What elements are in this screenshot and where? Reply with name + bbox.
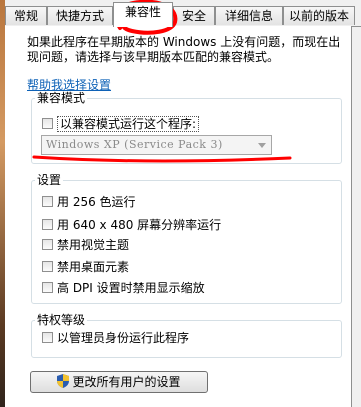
tab-bar: 常规 快捷方式 兼容性 安全 详细信息 以前的版本 [5,0,361,27]
run-as-admin-checkbox[interactable] [42,332,53,343]
checkbox-disable-desktop-composition[interactable] [42,261,53,272]
checkbox-640x480[interactable] [42,219,53,230]
settings-title: 设置 [35,173,64,187]
chevron-down-icon [258,143,266,148]
tab-compatibility[interactable]: 兼容性 [113,2,173,27]
compat-mode-title: 兼容模式 [35,91,88,105]
checkbox-256-colors[interactable] [42,196,53,207]
checkbox-disable-desktop-composition-label: 禁用桌面元素 [57,260,130,274]
compat-mode-select-value: Windows XP (Service Pack 3) [46,138,223,151]
checkbox-disable-visual-themes-row[interactable]: 禁用视觉主题 [42,238,129,253]
compat-mode-checkbox-label: 以兼容模式运行这个程序: [57,116,200,132]
compat-mode-checkbox-row[interactable]: 以兼容模式运行这个程序: [42,116,200,132]
tab-security[interactable]: 安全 [173,6,215,25]
checkbox-256-colors-row[interactable]: 用 256 色运行 [42,195,136,210]
checkbox-disable-visual-themes-label: 禁用视觉主题 [57,238,130,252]
checkbox-640x480-label: 用 640 x 480 屏幕分辨率运行 [57,218,222,232]
intro-line-1: 如果此程序在早期版本的 Windows 上没有问题，而现在出 [27,35,341,49]
run-as-admin-row[interactable]: 以管理员身份运行此程序 [42,331,189,346]
compat-mode-checkbox[interactable] [42,118,53,129]
privilege-title: 特权等级 [35,313,88,327]
checkbox-disable-desktop-composition-row[interactable]: 禁用桌面元素 [42,260,129,275]
run-as-admin-label: 以管理员身份运行此程序 [57,331,190,345]
tab-previous-versions[interactable]: 以前的版本 [283,6,355,25]
tab-details[interactable]: 详细信息 [215,6,283,25]
change-all-users-settings-label: 更改所有用户的设置 [72,375,181,389]
intro-line-2: 现问题，请选择与该早期版本匹配的兼容模式。 [27,50,280,64]
tab-general[interactable]: 常规 [5,6,47,25]
checkbox-disable-visual-themes[interactable] [42,239,53,250]
uac-shield-icon [57,374,70,388]
intro-text: 如果此程序在早期版本的 Windows 上没有问题，而现在出 现问题，请选择与该… [27,35,347,65]
compat-mode-select[interactable]: Windows XP (Service Pack 3) [41,135,272,155]
checkbox-disable-dpi-scaling-label: 高 DPI 设置时禁用显示缩放 [57,281,205,295]
checkbox-disable-dpi-scaling[interactable] [42,282,53,293]
tab-shortcut[interactable]: 快捷方式 [47,6,113,25]
change-all-users-settings-button[interactable]: 更改所有用户的设置 [30,371,208,393]
checkbox-256-colors-label: 用 256 色运行 [57,195,136,209]
checkbox-640x480-row[interactable]: 用 640 x 480 屏幕分辨率运行 [42,218,221,233]
checkbox-disable-dpi-scaling-row[interactable]: 高 DPI 设置时禁用显示缩放 [42,281,205,296]
